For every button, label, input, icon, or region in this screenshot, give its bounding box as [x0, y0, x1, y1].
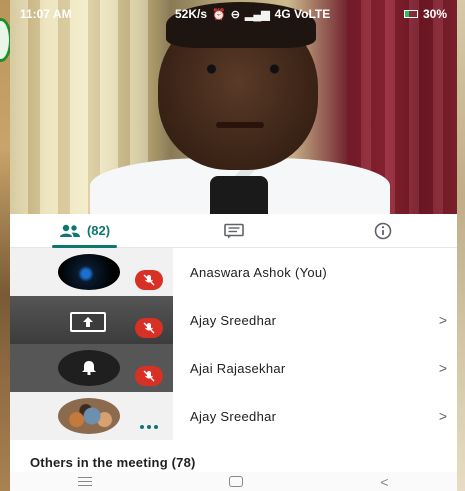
chevron-right-icon[interactable]: > [439, 360, 447, 376]
participant-row[interactable]: Ajai Rajasekhar > [10, 344, 457, 392]
phone-screen: 11:07 AM 52K/s ⏰ ⊖ ▂▄▆ 4G VoLTE 30% (82) [10, 0, 457, 491]
people-icon [59, 224, 80, 237]
chevron-right-icon[interactable]: > [439, 408, 447, 424]
speaking-indicator-icon [135, 420, 163, 434]
participant-row[interactable]: Ajay Sreedhar > [10, 296, 457, 344]
network-speed: 52K/s [175, 7, 208, 21]
alarm-icon: ⏰ [212, 8, 226, 21]
participant-list: Anaswara Ashok (You) Ajay Sreedhar > Aja… [10, 248, 457, 440]
battery-level: 30% [422, 7, 447, 21]
network-type: 4G VoLTE [274, 7, 331, 21]
mic-off-icon [135, 270, 163, 290]
tab-people[interactable]: (82) [10, 214, 159, 248]
mic-off-icon [135, 318, 163, 338]
back-icon[interactable]: < [380, 474, 388, 490]
participant-name: Anaswara Ashok (You) [190, 264, 328, 280]
chevron-right-icon[interactable]: > [439, 312, 447, 328]
mic-off-icon [135, 366, 163, 386]
right-bezel [457, 0, 465, 491]
status-bar: 11:07 AM 52K/s ⏰ ⊖ ▂▄▆ 4G VoLTE 30% [10, 0, 457, 28]
participant-name: Ajai Rajasekhar [190, 360, 286, 376]
signal-icon: ▂▄▆ [244, 8, 270, 21]
info-icon [374, 222, 391, 239]
home-icon[interactable] [229, 476, 244, 487]
meeting-tabs: (82) [10, 214, 457, 248]
avatar [58, 254, 120, 290]
recents-icon[interactable] [78, 477, 93, 486]
avatar [58, 350, 120, 386]
participant-tile [10, 248, 173, 296]
participant-row[interactable]: Anaswara Ashok (You) [10, 248, 457, 296]
battery-icon [403, 10, 418, 18]
mute-icon: ⊖ [230, 8, 240, 21]
people-count: (82) [86, 223, 111, 238]
speaker-tie [210, 176, 268, 214]
left-bezel [0, 0, 12, 491]
speaker-eyes [198, 64, 288, 74]
present-screen-icon [70, 312, 106, 332]
participant-row[interactable]: Ajay Sreedhar > [10, 392, 457, 440]
speaker-mouth [216, 122, 264, 128]
participant-tile [10, 392, 173, 440]
tab-info[interactable] [308, 214, 457, 247]
participant-name: Ajay Sreedhar [190, 312, 277, 328]
status-time: 11:07 AM [20, 7, 72, 21]
participant-tile [10, 344, 173, 392]
tab-chat[interactable] [159, 214, 308, 247]
participant-tile [10, 296, 173, 344]
speaker-video[interactable]: 11:07 AM 52K/s ⏰ ⊖ ▂▄▆ 4G VoLTE 30% [10, 0, 457, 214]
android-nav-bar: < [10, 472, 457, 491]
chat-icon [223, 223, 244, 238]
participant-name: Ajay Sreedhar [190, 408, 277, 424]
avatar [58, 398, 120, 434]
others-in-meeting-heading: Others in the meeting (78) [30, 455, 196, 470]
